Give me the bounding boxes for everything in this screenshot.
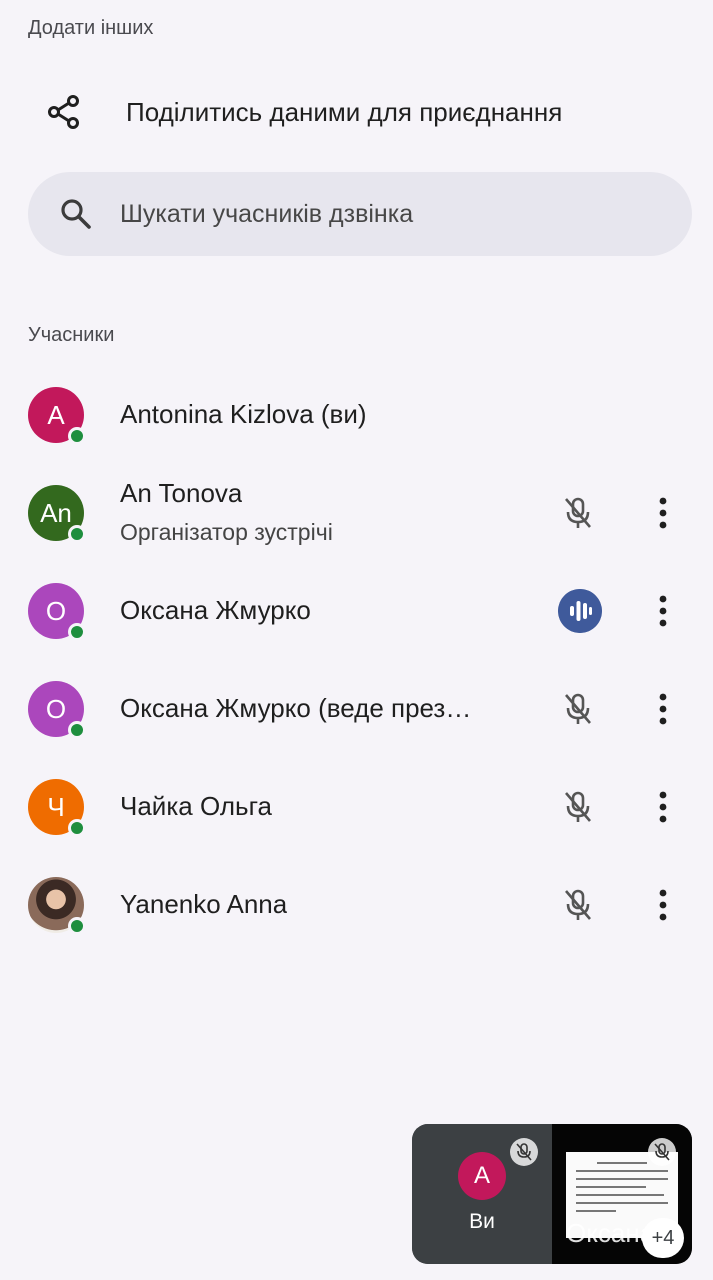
participant-row[interactable]: О Оксана Жмурко: [0, 562, 713, 660]
presenter-tile-label: Оксана: [566, 1218, 655, 1248]
online-status-dot: [68, 525, 86, 543]
online-status-dot: [68, 427, 86, 445]
self-tile-label: Ви: [469, 1210, 495, 1233]
avatar-initial: О: [45, 693, 67, 724]
search-icon: [61, 199, 91, 229]
avatar: An: [28, 485, 86, 543]
share-join-info-label: Поділитись даними для приєднання: [126, 97, 563, 127]
self-tile[interactable]: A Ви: [412, 1124, 552, 1264]
participant-row[interactable]: Ч Чайка Ольга: [0, 758, 713, 856]
participant-row[interactable]: A Antonina Kizlova (ви): [0, 366, 713, 464]
participant-name: Yanenko Anna: [120, 889, 288, 919]
search-participants-input[interactable]: [120, 190, 660, 238]
avatar: Ч: [28, 779, 86, 837]
mic-off-icon: [648, 1138, 676, 1166]
more-options-icon[interactable]: [646, 689, 680, 729]
mic-off-icon: [565, 693, 591, 724]
more-options-icon[interactable]: [646, 493, 680, 533]
avatar-initial: An: [40, 497, 72, 528]
avatar-initial: Ч: [47, 791, 65, 822]
online-status-dot: [68, 721, 86, 739]
speaking-indicator-icon: [558, 589, 602, 633]
participant-name: Чайка Ольга: [120, 791, 272, 821]
mic-off-icon: [565, 791, 591, 822]
mic-off-icon: [565, 497, 591, 528]
avatar-initial: A: [47, 399, 65, 430]
participant-name: Оксана Жмурко (веде през…: [120, 693, 472, 723]
add-others-label: Додати інших: [28, 17, 154, 39]
participant-name: Antonina Kizlova (ви): [120, 399, 367, 429]
picture-in-picture-window[interactable]: A Ви Оксана +4: [412, 1124, 692, 1264]
participant-row[interactable]: О Оксана Жмурко (веде през…: [0, 660, 713, 758]
more-options-icon[interactable]: [646, 591, 680, 631]
avatar-initial: О: [45, 595, 67, 626]
participants-list: A Antonina Kizlova (ви) An An Tonova Орг…: [0, 366, 713, 954]
avatar: О: [28, 681, 86, 739]
participant-role: Організатор зустрічі: [120, 519, 333, 545]
participants-label: Учасники: [28, 324, 115, 346]
online-status-dot: [68, 917, 86, 935]
avatar: О: [28, 583, 86, 641]
participant-row[interactable]: An An Tonova Організатор зустрічі: [0, 464, 713, 562]
participant-name: Оксана Жмурко: [120, 595, 311, 625]
avatar: A: [458, 1152, 506, 1200]
more-options-icon[interactable]: [646, 787, 680, 827]
avatar-photo: [28, 877, 86, 935]
more-options-icon[interactable]: [646, 885, 680, 925]
mic-off-icon: [510, 1138, 538, 1166]
share-icon: [48, 95, 79, 129]
participant-row[interactable]: Yanenko Anna: [0, 856, 713, 954]
avatar: A: [28, 387, 86, 445]
participant-name: An Tonova: [120, 478, 243, 508]
online-status-dot: [68, 819, 86, 837]
online-status-dot: [68, 623, 86, 641]
search-bar[interactable]: [28, 172, 692, 256]
mic-off-icon: [565, 889, 591, 920]
more-participants-badge[interactable]: +4: [642, 1218, 684, 1258]
share-join-info-button[interactable]: Поділитись даними для приєднання: [0, 68, 713, 158]
